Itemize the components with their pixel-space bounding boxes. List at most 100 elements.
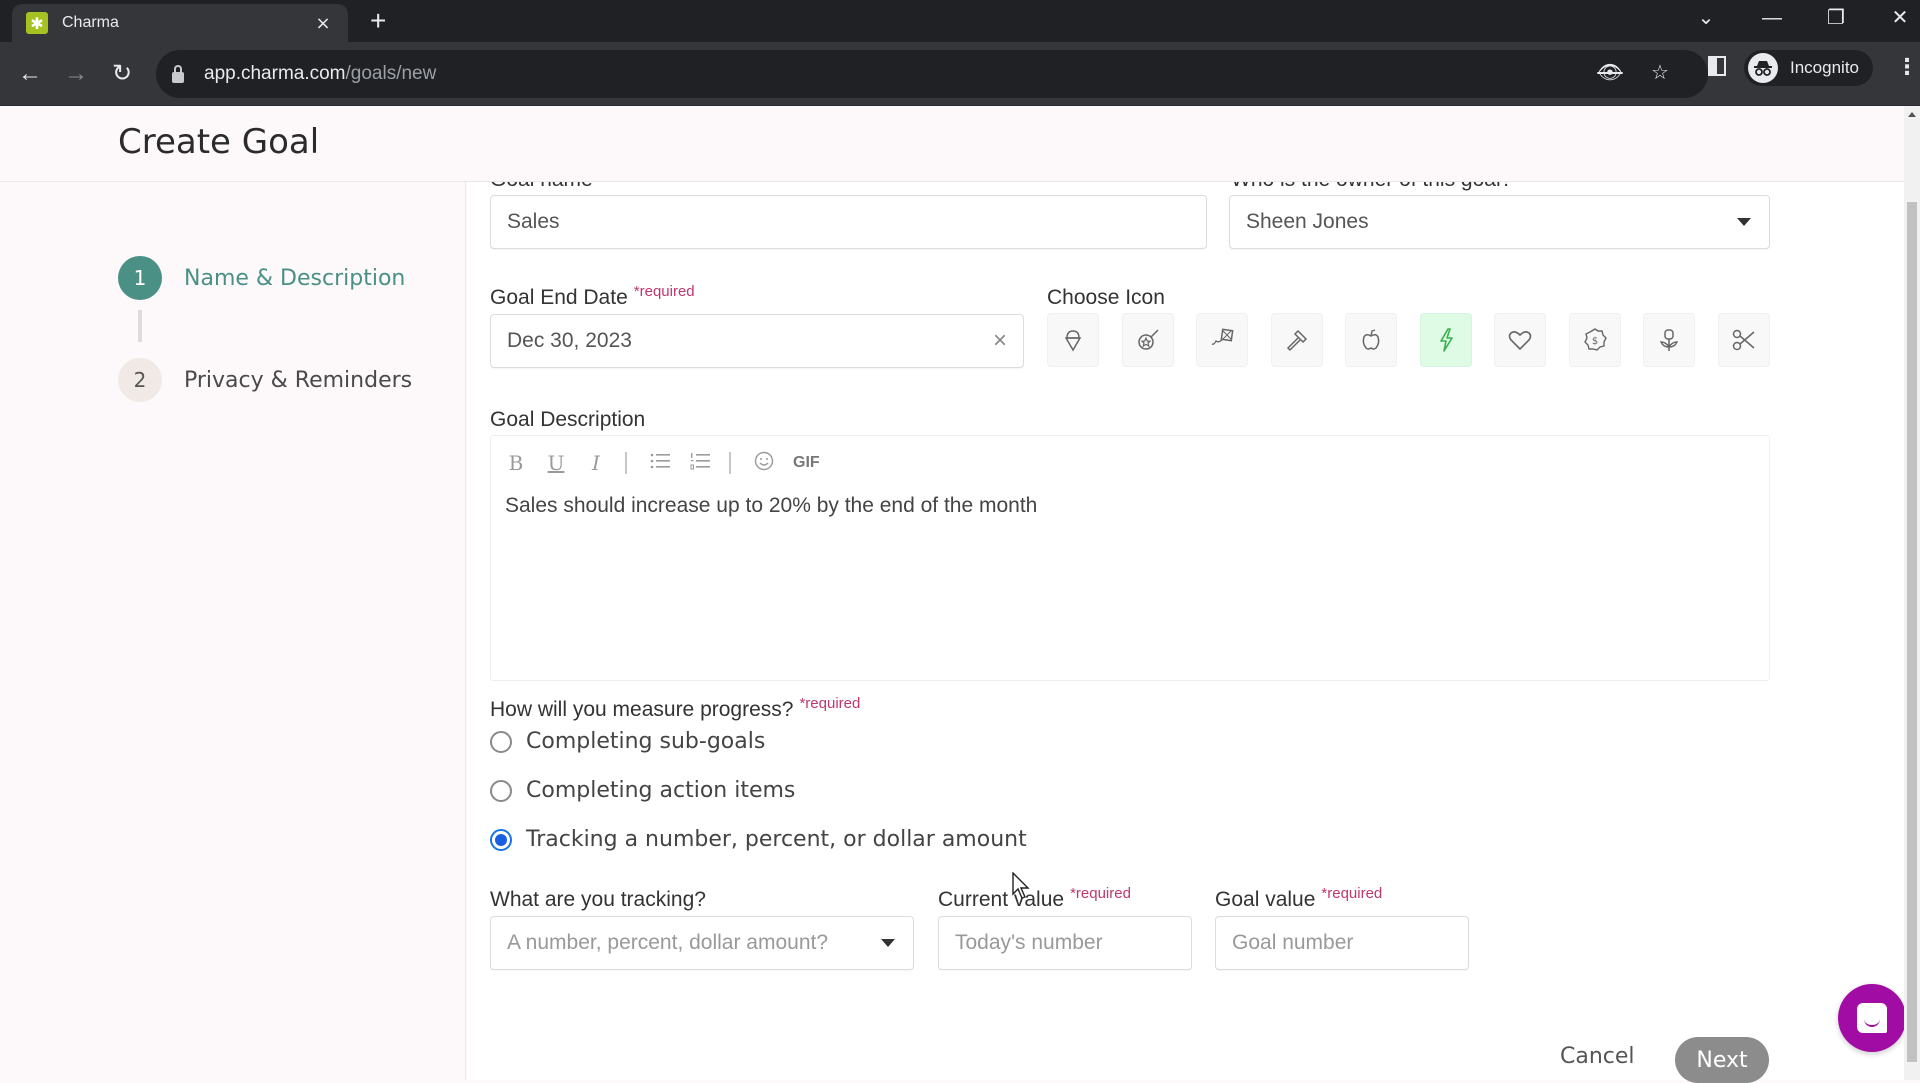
icon-option-kite[interactable] [1196,313,1248,367]
icon-option-flower[interactable] [1643,313,1695,367]
shooting-star-icon [1137,329,1159,350]
hammer-icon [1286,329,1307,352]
url-host: app.charma.com [204,63,346,84]
clear-date-icon[interactable]: × [993,327,1007,355]
end-date-label-text: Goal End Date [490,286,628,309]
forward-button[interactable]: → [58,56,94,92]
eye-slash-icon[interactable]: 👁 [1596,60,1624,84]
chevron-down-icon [881,939,895,947]
step-label: Privacy & Reminders [184,367,413,393]
current-value-label-text: Current value [938,888,1065,911]
radio-button[interactable] [490,779,512,802]
bookmark-star-icon[interactable]: ☆ [1646,60,1674,84]
browser-toolbar: ← → ↻ app.charma.com/goals/new 👁 ☆ [0,42,1920,106]
measure-label-text: How will you measure progress? [490,698,794,721]
url-path: /goals/new [345,63,437,84]
icon-option-apple[interactable] [1345,313,1397,367]
goal-name-input[interactable]: Sales [490,195,1207,249]
scissors-icon [1732,329,1754,351]
icon-option-dollar-badge[interactable]: $ [1568,313,1621,367]
goal-value-label: Goal value *required [1215,885,1383,912]
current-value-input[interactable]: Today's number [938,916,1192,970]
goal-value-input[interactable]: Goal number [1215,916,1469,970]
description-text[interactable]: Sales should increase up to 20% by the e… [505,494,1037,518]
goal-value-placeholder: Goal number [1232,931,1354,954]
icon-option-shooting-star[interactable] [1121,313,1174,367]
back-button[interactable]: ← [12,56,48,92]
gif-button[interactable]: GIF [793,454,820,472]
tracking-label: What are you tracking? [490,888,706,911]
step-connector [138,310,142,342]
required-marker: *required [633,283,695,300]
radio-tracking-number[interactable]: Tracking a number, percent, or dollar am… [490,827,1027,852]
radio-sub-goals[interactable]: Completing sub-goals [490,729,765,754]
goal-name-value: Sales [507,210,560,233]
browser-tab-bar: ✱ Charma × + ⌄ — ❐ ✕ [0,0,1920,42]
tracking-select[interactable]: A number, percent, dollar amount? [490,916,914,970]
required-marker: *required [1070,885,1131,902]
italic-icon[interactable]: I [585,451,607,475]
step-privacy-reminders[interactable]: 2 Privacy & Reminders [118,358,412,402]
chat-icon [1857,1003,1887,1033]
side-panel-icon[interactable] [1708,56,1726,76]
chat-widget-button[interactable] [1838,984,1906,1052]
incognito-profile-button[interactable]: Incognito [1744,50,1873,86]
icon-option-heart[interactable] [1494,313,1546,367]
browser-menu-icon[interactable]: ⋮ [1896,57,1918,79]
new-tab-button[interactable]: + [370,6,386,36]
icon-option-hammer[interactable] [1270,313,1323,367]
toolbar-divider [729,452,731,474]
step-number: 1 [118,256,162,300]
numbered-list-icon[interactable] [689,451,711,475]
scroll-up-arrow-icon[interactable] [1908,112,1916,117]
chevron-down-icon [1737,218,1751,226]
radio-button-checked[interactable] [490,828,512,851]
bold-icon[interactable]: B [505,451,527,475]
underline-icon[interactable]: U [545,451,567,475]
close-tab-icon[interactable]: × [312,13,334,34]
editor-toolbar: B U I GIF [505,448,838,478]
minimize-button[interactable]: — [1752,4,1792,32]
step-number: 2 [118,358,162,402]
next-button[interactable]: Next [1675,1037,1769,1083]
lock-icon [172,64,184,83]
tab-search-icon[interactable]: ⌄ [1686,4,1726,32]
profile-label: Incognito [1790,58,1859,77]
kite-icon [1211,328,1234,345]
apple-icon [1362,329,1380,350]
cancel-button[interactable]: Cancel [1560,1044,1635,1069]
goal-name-label: Goal name [490,182,593,192]
current-value-placeholder: Today's number [955,931,1103,954]
browser-tab[interactable]: ✱ Charma × [12,4,348,42]
radio-button[interactable] [490,730,512,753]
incognito-icon [1748,53,1778,83]
toolbar-divider [625,452,627,474]
address-bar[interactable]: app.charma.com/goals/new 👁 ☆ [156,50,1708,98]
step-name-description[interactable]: 1 Name & Description [118,256,405,300]
heart-icon [1508,331,1532,351]
icon-option-lightning[interactable] [1419,313,1472,367]
required-marker: *required [799,695,861,712]
icon-option-scissors[interactable] [1717,313,1770,367]
lightning-icon [1439,328,1453,352]
scrollbar-thumb[interactable] [1907,202,1917,1062]
radio-label: Completing sub-goals [526,729,766,754]
icon-option-ice-cream[interactable] [1047,313,1099,367]
owner-select[interactable]: Sheen Jones [1229,195,1770,249]
step-label: Name & Description [184,265,406,291]
restore-button[interactable]: ❐ [1816,4,1856,32]
bullet-list-icon[interactable] [649,451,671,475]
goal-form: Goal name Who is the owner of this goal?… [467,182,1904,1080]
close-window-button[interactable]: ✕ [1880,4,1920,32]
end-date-input[interactable]: Dec 30, 2023 × [490,314,1024,368]
end-date-value: Dec 30, 2023 [507,329,632,352]
description-editor[interactable]: B U I GIF Sales should increase up to 20… [490,435,1770,681]
page-scrollbar[interactable] [1904,106,1920,1080]
charma-logo-icon: ✱ [26,12,48,34]
radio-action-items[interactable]: Completing action items [490,778,795,803]
goal-value-label-text: Goal value [1215,888,1316,911]
tab-title: Charma [62,14,119,31]
reload-button[interactable]: ↻ [104,56,140,92]
required-marker: *required [1321,885,1383,902]
emoji-icon[interactable] [753,451,775,476]
